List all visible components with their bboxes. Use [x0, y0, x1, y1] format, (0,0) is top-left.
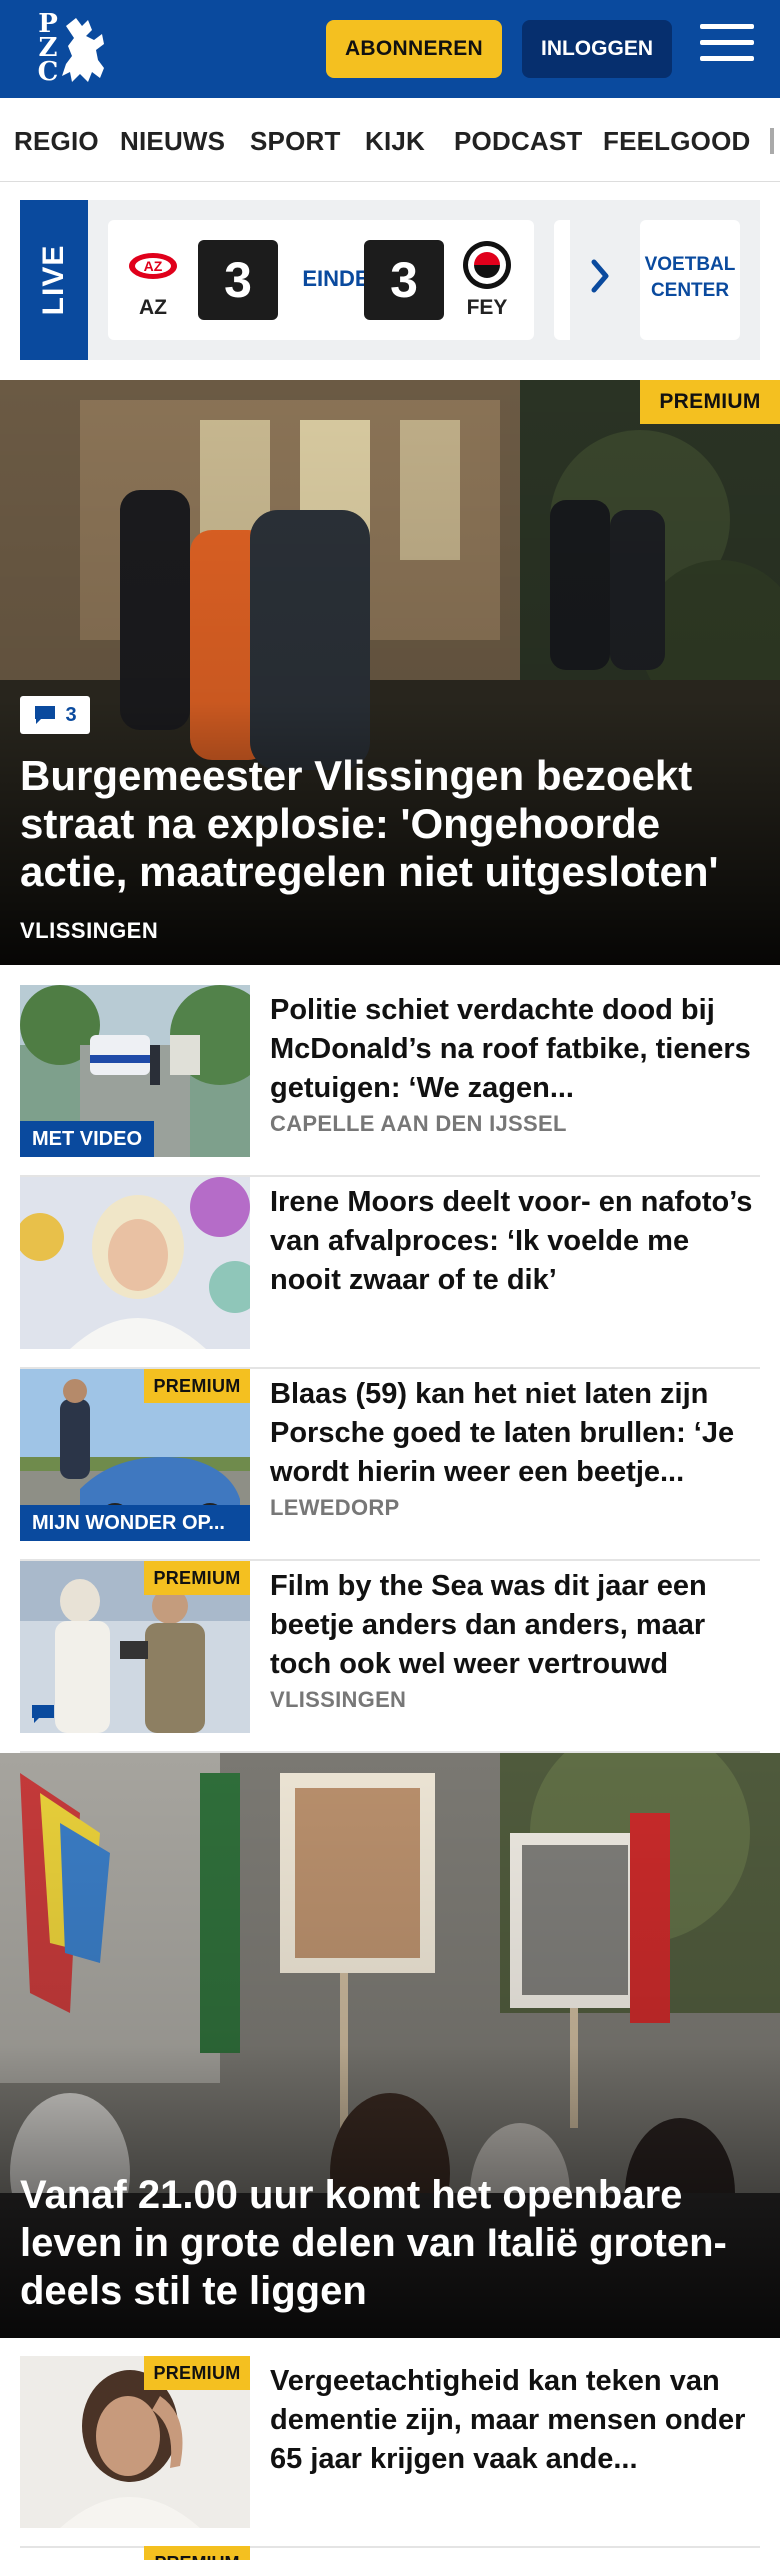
voetbal-center-link[interactable]: VOETBAL CENTER	[640, 220, 740, 340]
portrait-photo	[20, 1177, 250, 1349]
svg-text:AZ: AZ	[144, 258, 163, 274]
nav-item-kijk[interactable]: KIJK	[365, 126, 425, 157]
nav-item-nieuws[interactable]: NIEUWS	[120, 126, 225, 157]
feyenoord-logo-icon	[463, 241, 511, 289]
live-tab[interactable]: LIVE	[20, 200, 88, 360]
article-title[interactable]: Blaas (59) kan het niet laten zijn Porsc…	[270, 1375, 760, 1492]
hero2-title[interactable]: Vanaf 21.00 uur komt het openbare leven …	[20, 2171, 770, 2315]
login-button[interactable]: INLOGGEN	[522, 20, 672, 78]
hero-title[interactable]: Burgemeester Vlissingen bezoekt straat n…	[20, 752, 760, 896]
premium-badge: PREMIUM	[144, 1369, 250, 1403]
article-title[interactable]: Irene Moors deelt voor- en nafoto’s van …	[270, 1183, 760, 1300]
nav-overflow-item[interactable]	[770, 128, 774, 154]
article-thumbnail: PREMIUM	[20, 2356, 250, 2528]
article-item[interactable]: Irene Moors deelt voor- en nafoto’s van …	[20, 1177, 760, 1369]
article-item[interactable]: PREMIUM Vergeetachtigheid kan teken van …	[20, 2356, 760, 2548]
comment-count: 3	[65, 703, 77, 726]
hero-location: VLISSINGEN	[20, 918, 159, 943]
article-title[interactable]: Film by the Sea was dit jaar een beetje …	[270, 1567, 760, 1684]
comment-count-badge[interactable]: 3	[20, 696, 90, 734]
chevron-right-icon[interactable]	[590, 256, 612, 296]
live-score-widget: LIVE AZ AZ 3 EINDE 3 FEY VOETBAL CENTER	[20, 200, 760, 360]
video-label: MET VIDEO	[20, 1121, 155, 1157]
article-thumbnail: MET VIDEO	[20, 985, 250, 1157]
az-logo-icon: AZ	[129, 253, 177, 279]
article-location: LEWEDORP	[270, 1495, 400, 1520]
hero-article[interactable]: PREMIUM 3 Burgemeester Vlissingen bezoek…	[0, 380, 780, 965]
pzc-logo[interactable]: P Z C	[28, 11, 112, 88]
section-nav: REGIO NIEUWS SPORT KIJK PODCAST FEELGOOD	[0, 98, 780, 182]
hero-article-italy[interactable]: Vanaf 21.00 uur komt het openbare leven …	[0, 1753, 780, 2338]
home-score: 3	[198, 240, 278, 320]
subscribe-button[interactable]: ABONNEREN	[326, 20, 502, 78]
lion-icon	[62, 18, 104, 82]
comment-icon[interactable]	[30, 1703, 56, 1725]
article-location: VLISSINGEN	[270, 1687, 407, 1712]
article-item[interactable]: MET VIDEO Politie schiet verdachte dood …	[20, 985, 760, 1177]
article-thumbnail-clipped[interactable]: PREMIUM	[20, 2546, 250, 2560]
article-title[interactable]: Vergeetachtigheid kan teken van dementie…	[270, 2362, 760, 2479]
series-label: MIJN WONDER OP...	[20, 1505, 250, 1541]
top-header: P Z C ABONNEREN INLOGGEN	[0, 0, 780, 98]
live-tab-label: LIVE	[37, 244, 70, 316]
next-match-card[interactable]	[554, 220, 570, 340]
article-thumbnail: PREMIUM MIJN WONDER OP...	[20, 1369, 250, 1541]
article-item[interactable]: PREMIUM MIJN WONDER OP... Blaas (59) kan…	[20, 1369, 760, 1561]
nav-item-regio[interactable]: REGIO	[14, 126, 99, 157]
menu-icon[interactable]	[700, 24, 754, 72]
match-status: EINDE	[302, 266, 370, 291]
article-thumbnail: PREMIUM	[20, 1561, 250, 1733]
voetbal-center-line2: CENTER	[650, 280, 730, 301]
nav-item-podcast[interactable]: PODCAST	[454, 126, 583, 157]
away-team-name: FEY	[466, 296, 508, 319]
match-card[interactable]: AZ AZ 3 EINDE 3 FEY	[108, 220, 534, 340]
away-score: 3	[364, 240, 444, 320]
home-team-name: AZ	[139, 296, 167, 319]
premium-badge: PREMIUM	[144, 2546, 250, 2560]
premium-badge: PREMIUM	[640, 380, 780, 424]
nav-item-sport[interactable]: SPORT	[250, 126, 341, 157]
premium-badge: PREMIUM	[144, 2356, 250, 2390]
article-title[interactable]: Politie schiet verdachte dood bij McDona…	[270, 991, 760, 1108]
voetbal-center-line1: VOETBAL	[644, 254, 736, 275]
article-location: CAPELLE AAN DEN IJSSEL	[270, 1111, 567, 1136]
nav-item-feelgood[interactable]: FEELGOOD	[603, 126, 751, 157]
comment-icon	[35, 706, 56, 724]
premium-badge: PREMIUM	[144, 1561, 250, 1595]
article-thumbnail	[20, 1177, 250, 1349]
article-item[interactable]: PREMIUM Film by the Sea was dit jaar een…	[20, 1561, 760, 1753]
